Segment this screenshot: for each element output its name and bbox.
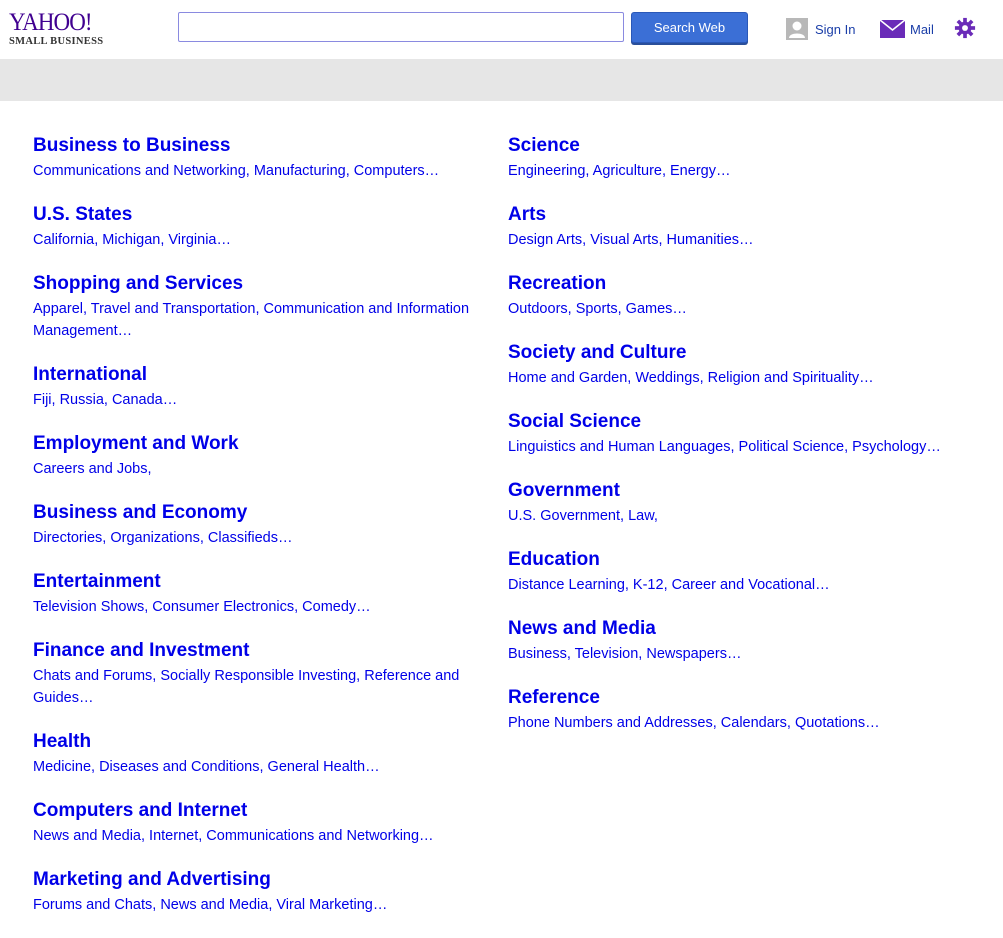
category-subtitle[interactable]: Directories, Organizations, Classifieds…	[33, 530, 292, 546]
category-subtitle[interactable]: Linguistics and Human Languages, Politic…	[508, 439, 941, 455]
category-subtitle[interactable]: Television Shows, Consumer Electronics, …	[33, 599, 371, 615]
category-subtitle[interactable]: News and Media, Internet, Communications…	[33, 828, 434, 844]
category-government: Government U.S. Government, Law,	[508, 480, 988, 527]
logo-main-text: YAHOO!	[9, 9, 93, 36]
category-subtitle[interactable]: Forums and Chats, News and Media, Viral …	[33, 897, 387, 913]
category-title[interactable]: Marketing and Advertising	[33, 869, 483, 891]
category-finance-and-investment: Finance and Investment Chats and Forums,…	[33, 640, 483, 709]
category-subtitle[interactable]: U.S. Government, Law,	[508, 508, 658, 524]
category-entertainment: Entertainment Television Shows, Consumer…	[33, 571, 483, 618]
category-title[interactable]: U.S. States	[33, 204, 483, 226]
left-category-column: Business to Business Communications and …	[33, 135, 483, 938]
category-title[interactable]: Society and Culture	[508, 342, 988, 364]
category-title[interactable]: Recreation	[508, 273, 988, 295]
category-reference: Reference Phone Numbers and Addresses, C…	[508, 687, 988, 734]
category-subtitle[interactable]: Communications and Networking, Manufactu…	[33, 163, 439, 179]
category-international: International Fiji, Russia, Canada…	[33, 364, 483, 411]
right-category-column: Science Engineering, Agriculture, Energy…	[508, 135, 988, 756]
category-arts: Arts Design Arts, Visual Arts, Humanitie…	[508, 204, 988, 251]
category-us-states: U.S. States California, Michigan, Virgin…	[33, 204, 483, 251]
category-title[interactable]: Government	[508, 480, 988, 502]
category-subtitle[interactable]: Business, Television, Newspapers…	[508, 646, 741, 662]
category-title[interactable]: Finance and Investment	[33, 640, 483, 662]
category-science: Science Engineering, Agriculture, Energy…	[508, 135, 988, 182]
yahoo-small-business-logo[interactable]: YAHOO! SMALL BUSINESS	[9, 10, 109, 50]
category-subtitle[interactable]: Engineering, Agriculture, Energy…	[508, 163, 730, 179]
category-title[interactable]: Health	[33, 731, 483, 753]
category-title[interactable]: Reference	[508, 687, 988, 709]
category-health: Health Medicine, Diseases and Conditions…	[33, 731, 483, 778]
category-business-and-economy: Business and Economy Directories, Organi…	[33, 502, 483, 549]
category-subtitle[interactable]: Outdoors, Sports, Games…	[508, 301, 687, 317]
mail-link[interactable]: Mail	[880, 17, 934, 41]
category-society-and-culture: Society and Culture Home and Garden, Wed…	[508, 342, 988, 389]
category-title[interactable]: Science	[508, 135, 988, 157]
category-title[interactable]: Education	[508, 549, 988, 571]
search-input[interactable]	[178, 12, 624, 42]
category-subtitle[interactable]: Careers and Jobs,	[33, 461, 151, 477]
category-title[interactable]: Social Science	[508, 411, 988, 433]
search-web-button[interactable]: Search Web	[631, 12, 748, 43]
category-business-to-business: Business to Business Communications and …	[33, 135, 483, 182]
sign-in-label: Sign In	[815, 21, 856, 37]
logo-sub-text: SMALL BUSINESS	[9, 36, 104, 47]
category-title[interactable]: Shopping and Services	[33, 273, 483, 295]
category-social-science: Social Science Linguistics and Human Lan…	[508, 411, 988, 458]
header: YAHOO! SMALL BUSINESS Search Web Sign In…	[0, 0, 1003, 59]
category-news-and-media: News and Media Business, Television, New…	[508, 618, 988, 665]
category-subtitle[interactable]: Home and Garden, Weddings, Religion and …	[508, 370, 874, 386]
category-marketing-and-advertising: Marketing and Advertising Forums and Cha…	[33, 869, 483, 916]
category-title[interactable]: Computers and Internet	[33, 800, 483, 822]
gear-icon[interactable]	[954, 17, 976, 39]
category-subtitle[interactable]: California, Michigan, Virginia…	[33, 232, 231, 248]
category-recreation: Recreation Outdoors, Sports, Games…	[508, 273, 988, 320]
mail-icon	[880, 20, 905, 38]
sign-in-link[interactable]: Sign In	[786, 17, 855, 41]
category-subtitle[interactable]: Apparel, Travel and Transportation, Comm…	[33, 301, 469, 339]
category-subtitle[interactable]: Fiji, Russia, Canada…	[33, 392, 177, 408]
user-icon	[786, 18, 808, 40]
category-education: Education Distance Learning, K-12, Caree…	[508, 549, 988, 596]
category-title[interactable]: News and Media	[508, 618, 988, 640]
category-shopping-and-services: Shopping and Services Apparel, Travel an…	[33, 273, 483, 342]
category-computers-and-internet: Computers and Internet News and Media, I…	[33, 800, 483, 847]
category-title[interactable]: Employment and Work	[33, 433, 483, 455]
category-subtitle[interactable]: Phone Numbers and Addresses, Calendars, …	[508, 715, 880, 731]
category-subtitle[interactable]: Medicine, Diseases and Conditions, Gener…	[33, 759, 380, 775]
mail-label: Mail	[910, 21, 934, 37]
category-subtitle[interactable]: Distance Learning, K-12, Career and Voca…	[508, 577, 830, 593]
category-employment-and-work: Employment and Work Careers and Jobs,	[33, 433, 483, 480]
category-subtitle[interactable]: Design Arts, Visual Arts, Humanities…	[508, 232, 754, 248]
category-title[interactable]: Entertainment	[33, 571, 483, 593]
category-title[interactable]: Business to Business	[33, 135, 483, 157]
grey-banner	[0, 59, 1003, 101]
category-title[interactable]: Arts	[508, 204, 988, 226]
category-title[interactable]: Business and Economy	[33, 502, 483, 524]
category-subtitle[interactable]: Chats and Forums, Socially Responsible I…	[33, 668, 459, 706]
category-title[interactable]: International	[33, 364, 483, 386]
